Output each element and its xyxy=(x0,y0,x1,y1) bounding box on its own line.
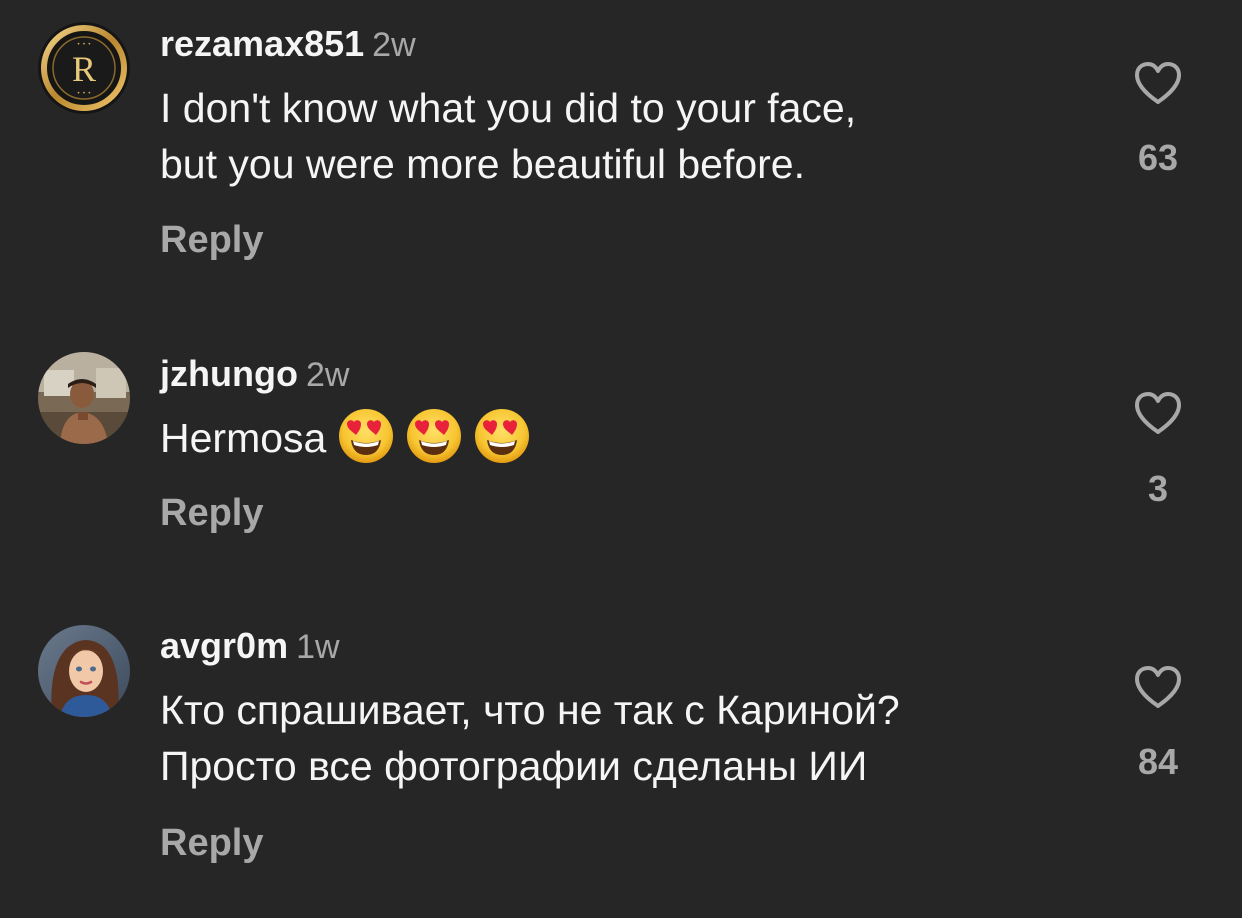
username[interactable]: avgr0m xyxy=(160,625,288,666)
person-photo-icon xyxy=(38,352,130,444)
heart-eyes-emoji-icon xyxy=(474,408,530,464)
reply-button[interactable]: Reply xyxy=(160,221,263,259)
avatar[interactable] xyxy=(38,352,130,444)
comment-text: Hermosa xyxy=(160,408,530,466)
like-count: 63 xyxy=(1137,137,1179,178)
heart-eyes-emoji-icon xyxy=(338,408,394,464)
comment-line: Кто спрашивает, что не так с Кариной? xyxy=(160,687,900,733)
like-count: 84 xyxy=(1137,741,1179,782)
username[interactable]: jzhungo xyxy=(160,353,298,394)
username[interactable]: rezamax851 xyxy=(160,23,364,64)
heart-icon[interactable] xyxy=(1133,390,1183,436)
reply-button[interactable]: Reply xyxy=(160,824,263,862)
heart-icon[interactable] xyxy=(1133,60,1183,106)
timestamp: 2w xyxy=(372,26,416,64)
comment-header: rezamax851 2w xyxy=(160,23,416,64)
reply-button[interactable]: Reply xyxy=(160,494,263,532)
comment-header: jzhungo 2w xyxy=(160,353,350,394)
avatar[interactable] xyxy=(38,625,130,717)
svg-text:• • •: • • • xyxy=(77,90,91,97)
comment-line: Hermosa xyxy=(160,415,327,461)
avatar[interactable]: R • • • • • • xyxy=(38,22,130,114)
svg-text:• • •: • • • xyxy=(77,41,91,48)
comment-line: but you were more beautiful before. xyxy=(160,141,805,187)
comment-line: I don't know what you did to your face, xyxy=(160,85,857,131)
like-count: 3 xyxy=(1147,468,1169,509)
heart-eyes-emoji-icon xyxy=(406,408,462,464)
heart-icon[interactable] xyxy=(1133,664,1183,710)
comment-text: Кто спрашивает, что не так с Кариной? Пр… xyxy=(160,682,900,794)
illustrated-woman-icon xyxy=(38,625,130,717)
svg-text:R: R xyxy=(72,49,96,89)
comment-text: I don't know what you did to your face, … xyxy=(160,80,856,192)
timestamp: 2w xyxy=(305,356,350,394)
r-logo-icon: R • • • • • • xyxy=(38,22,130,114)
comment-line: Просто все фотографии сделаны ИИ xyxy=(160,743,868,789)
timestamp: 1w xyxy=(296,628,340,666)
comment-header: avgr0m 1w xyxy=(160,625,340,666)
